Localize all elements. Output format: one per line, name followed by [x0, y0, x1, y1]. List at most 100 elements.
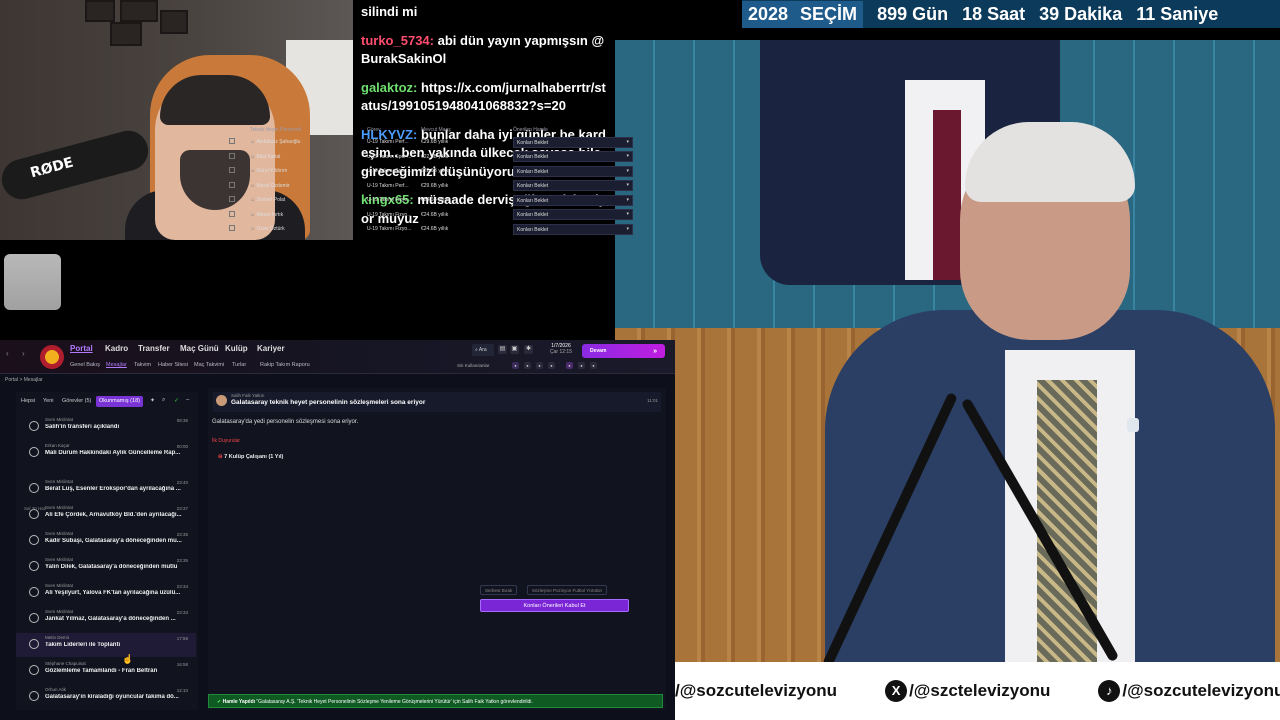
table-row[interactable]: ☺ Bilal Kartal U-19 Takımı Spor ... €22.6B…: [226, 150, 636, 165]
continue-button[interactable]: Devam»: [582, 344, 665, 358]
message-time: 23:34: [176, 584, 188, 589]
message-subject: Berat Luş, Esenler Erokspor'dan ayrılaca…: [45, 486, 181, 492]
countdown-label: SEÇİM: [794, 0, 864, 28]
streamer-hair: [160, 75, 270, 125]
list-item[interactable]: Sven Mislintat Jankat Yılmaz, Galatasaray…: [16, 607, 196, 631]
message-from: Sven Mislintat: [45, 505, 74, 510]
action-dropdown[interactable]: Konları Beklet: [513, 165, 633, 177]
toolbar-icon[interactable]: ●: [590, 362, 597, 369]
row-checkbox[interactable]: [229, 152, 235, 159]
subnav-calendar[interactable]: Takvim: [134, 362, 151, 368]
chat-username[interactable]: turko_5734:: [361, 33, 434, 48]
table-row[interactable]: ☺ Gürol Yıldırım U-19 Takımı Spor ... €22.…: [226, 164, 636, 179]
subnav-opponent-report[interactable]: Rakip Takım Raporu: [260, 362, 310, 368]
toolbar-icon[interactable]: ●: [548, 362, 555, 369]
back-arrow-icon[interactable]: ‹: [6, 349, 9, 358]
row-checkbox[interactable]: [229, 225, 235, 232]
action-dropdown[interactable]: Konları Beklet: [513, 209, 633, 221]
table-row[interactable]: ☺ Abdülaziz Şahaoğlu U-19 Takımı Perf... €…: [226, 135, 636, 150]
release-button[interactable]: Serbest Bırak: [480, 585, 518, 595]
search-button[interactable]: ⌕ Ara: [472, 344, 494, 356]
forward-arrow-icon[interactable]: ›: [22, 349, 25, 358]
gear-icon[interactable]: ✱: [524, 345, 533, 354]
filter-unread[interactable]: Okunmamış (18): [96, 396, 143, 407]
chat-username[interactable]: galaktoz:: [361, 80, 417, 95]
action-dropdown[interactable]: Konları Beklet: [513, 194, 633, 206]
list-item[interactable]: Sven Mislintat Yalın Dilek, Galatasaray'a…: [16, 555, 196, 579]
row-checkbox[interactable]: [229, 138, 235, 145]
message-from: Metin Demir: [45, 635, 70, 640]
filter-all[interactable]: Hepsi: [18, 396, 38, 407]
message-subject: Galatasaray'ın kiraladığı oyuncular takı…: [45, 694, 179, 700]
table-row[interactable]: ☺ Sertvet Polat U-19 Takımı Fizyo... €24.6…: [226, 193, 636, 208]
filter-new[interactable]: Yeni: [40, 396, 57, 407]
toolbar-icon[interactable]: ●: [524, 362, 531, 369]
nav-portal[interactable]: Portal: [70, 344, 93, 353]
subnav-news[interactable]: Haber Sitesi: [158, 362, 188, 368]
row-checkbox[interactable]: [229, 167, 235, 174]
pin-icon[interactable]: ✦: [150, 397, 155, 404]
subnav-fixtures[interactable]: Maç Takvimi: [194, 362, 224, 368]
toolbar-icon[interactable]: ●: [566, 362, 573, 369]
staff-name: Sertvet Polat: [256, 197, 286, 204]
nav-transfer[interactable]: Transfer: [138, 344, 170, 353]
row-checkbox[interactable]: [229, 181, 235, 188]
toolbar-icon[interactable]: ●: [512, 362, 519, 369]
nav-squad[interactable]: Kadro: [105, 344, 128, 353]
list-item[interactable]: Sven Mislintat Kadir Subaşı, Galatasaray'…: [16, 529, 196, 553]
subnav-tours[interactable]: Turlar: [232, 362, 246, 368]
nav-club[interactable]: Kulüp: [225, 344, 248, 353]
row-checkbox[interactable]: [229, 196, 235, 203]
message-time: 23:33: [176, 610, 188, 615]
save-icon[interactable]: ▣: [510, 345, 519, 354]
message-status-icon: [29, 421, 39, 431]
subnav-overview[interactable]: Genel Bakış: [70, 362, 100, 368]
toolbar-icon[interactable]: ●: [536, 362, 543, 369]
table-row[interactable]: ☺ Murat Özdemir U-19 Takımı Perf... €29.6B…: [226, 179, 636, 194]
notes-icon[interactable]: ▤: [498, 345, 507, 354]
tiktok-logo-icon: ♪: [1098, 680, 1121, 702]
speaker-hair: [965, 122, 1135, 202]
toolbar-icon[interactable]: ●: [578, 362, 585, 369]
list-item[interactable]: Sven Mislintat Berat Luş, Esenler Erokspo…: [16, 477, 196, 501]
filter-tasks[interactable]: Görevler (5): [59, 396, 94, 407]
action-dropdown[interactable]: Konları Beklet: [513, 151, 633, 163]
staff-name: Bilal Kartal: [256, 153, 281, 160]
action-dropdown[interactable]: Konları Beklet: [513, 136, 633, 148]
favorites-label[interactable]: Sık Kullanılanlar: [457, 363, 490, 368]
message-time: 00:00: [176, 444, 188, 449]
message-subject: Salih'in transferi açıklandı: [45, 424, 120, 430]
list-item[interactable]: Stéphane Chapuisat Gözlemleme Tamamlandı …: [16, 659, 196, 683]
list-item[interactable]: Sven Mislintat Ali Yeşilyurt, Yalova FK't…: [16, 581, 196, 605]
action-dropdown[interactable]: Konları Beklet: [513, 180, 633, 192]
staff-salary: €29.6B yıllık: [421, 182, 449, 189]
subnav-messages[interactable]: Mesajlar: [106, 362, 127, 368]
list-item[interactable]: Metin Demir Takım Liderleri ile Toplantı 1…: [16, 633, 196, 657]
negotiate-button[interactable]: Sözleşme Pozisyon Futbol Yürütün: [527, 585, 607, 595]
action-dropdown[interactable]: Konları Beklet: [513, 223, 633, 235]
check-icon[interactable]: ✓: [174, 397, 179, 404]
table-row[interactable]: ☺ Mesut Kırtık U-19 Takımı Fizyo... €24.6B…: [226, 208, 636, 223]
countdown-year: 2028: [742, 0, 795, 28]
nav-career[interactable]: Kariyer: [257, 344, 285, 353]
background-tie: [933, 110, 961, 280]
staff-name: Gürol Yıldırım: [256, 168, 288, 175]
message-subject: Kadir Subaşı, Galatasaray'a döneceğinden…: [45, 538, 182, 544]
accept-suggestions-button[interactable]: Konları Önerileri Kabul Et: [480, 599, 629, 612]
club-logo[interactable]: [40, 345, 64, 369]
staff-role: U-19 Takımı Fizyo...: [367, 211, 412, 218]
table-row[interactable]: ☺ Ozan Öztürk U-19 Takımı Fizyo... €24.6B …: [226, 222, 636, 237]
cup-icon: [4, 254, 61, 310]
row-checkbox[interactable]: [229, 210, 235, 217]
tv-broadcast: [615, 40, 1280, 720]
search-icon[interactable]: ⌕: [162, 397, 165, 404]
minus-icon[interactable]: –: [186, 397, 189, 403]
list-item[interactable]: Sven Mislintat Salih'in transferi açıklan…: [16, 415, 196, 439]
avatar: [216, 395, 227, 406]
notification-bar[interactable]: ✔ Hamle Yapıldı "Galatasaray A.Ş. 'Tekni…: [208, 694, 663, 708]
staff-role: U-19 Takımı Perf...: [367, 139, 409, 146]
message-subject: Gözlemleme Tamamlandı - Fran Beltrán: [45, 668, 158, 674]
nav-matchday[interactable]: Maç Günü: [180, 344, 219, 353]
list-item[interactable]: Orhun Atik Galatasaray'ın kiraladığı oyun…: [16, 685, 196, 709]
list-item[interactable]: Erkan Kaçar Mali Durum Hakkındaki Aylık G…: [16, 441, 196, 465]
